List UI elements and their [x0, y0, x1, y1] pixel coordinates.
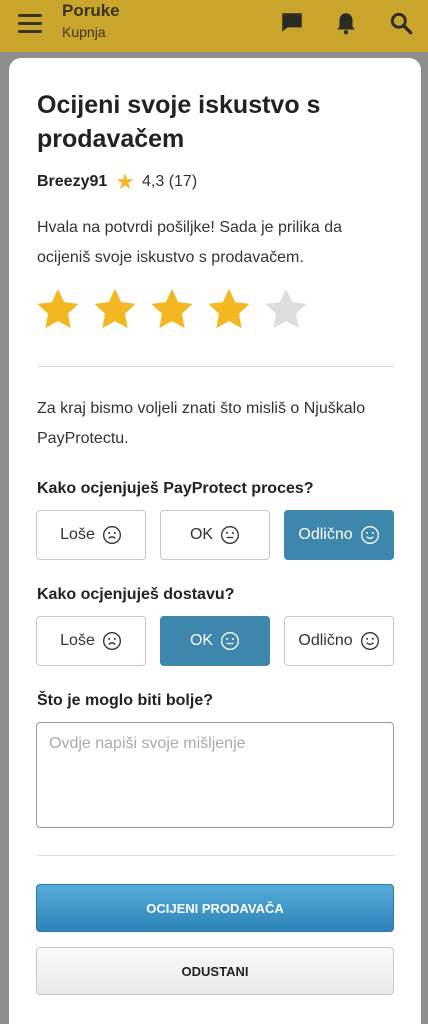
chat-icon[interactable]	[279, 10, 305, 36]
happy-face-icon	[360, 632, 379, 650]
option-lose-button[interactable]: Loše	[36, 616, 146, 666]
star-1-icon[interactable]	[35, 286, 81, 332]
option-ok-button[interactable]: OK	[160, 616, 270, 666]
seller-name: Breezy91	[37, 173, 108, 190]
search-icon[interactable]	[388, 10, 414, 36]
question-delivery-label: Kako ocjenjuješ dostavu?	[37, 586, 235, 603]
top-bar: Poruke Kupnja	[0, 0, 428, 52]
option-label: OK	[189, 632, 214, 649]
question-payprotect-label: Kako ocjenjuješ PayProtect proces?	[37, 480, 314, 497]
cancel-button[interactable]: ODUSTANI	[36, 947, 394, 995]
divider	[37, 366, 395, 367]
star-5-icon[interactable]	[263, 286, 309, 332]
neutral-face-icon	[221, 632, 240, 650]
option-odlicno-button[interactable]: Odlično	[284, 510, 394, 560]
feedback-textarea[interactable]: Ovdje napiši svoje mišljenje	[36, 722, 394, 828]
sad-face-icon	[102, 632, 121, 650]
star-3-icon[interactable]	[149, 286, 195, 332]
happy-face-icon	[360, 526, 379, 544]
option-label: Loše	[60, 526, 95, 543]
divider	[37, 855, 395, 856]
option-odlicno-button[interactable]: Odlično	[284, 616, 394, 666]
seller-info: Breezy91 ★ 4,3 (17)	[37, 169, 198, 194]
rate-seller-button[interactable]: OCIJENI PRODAVAČA	[36, 884, 394, 932]
star-4-icon[interactable]	[206, 286, 252, 332]
neutral-face-icon	[221, 526, 240, 544]
option-label: Loše	[60, 632, 95, 649]
star-2-icon[interactable]	[92, 286, 138, 332]
feedback-placeholder: Ovdje napiši svoje mišljenje	[49, 735, 246, 752]
option-label: OK	[189, 526, 214, 543]
feedback-label: Što je moglo biti bolje?	[37, 692, 213, 709]
option-ok-button[interactable]: OK	[160, 510, 270, 560]
rating-dialog: Ocijeni svoje iskustvo s prodavačem Bree…	[9, 58, 421, 1024]
topbar-title: Poruke	[62, 1, 120, 20]
closing-text: Za kraj bismo voljeli znati što misliš o…	[37, 400, 366, 447]
topbar-subtitle: Kupnja	[62, 24, 106, 40]
option-label: Odlično	[298, 526, 353, 543]
intro-text: Hvala na potvrdi pošiljke! Sada je prili…	[37, 219, 343, 266]
bell-icon[interactable]	[333, 10, 359, 36]
star-rating	[35, 286, 320, 332]
star-icon: ★	[115, 169, 136, 194]
option-label: Odlično	[298, 632, 353, 649]
sad-face-icon	[102, 526, 121, 544]
menu-icon[interactable]	[18, 14, 42, 34]
seller-rating: 4,3 (17)	[142, 173, 198, 190]
dialog-title: Ocijeni svoje iskustvo s prodavačem	[37, 91, 321, 153]
option-lose-button[interactable]: Loše	[36, 510, 146, 560]
